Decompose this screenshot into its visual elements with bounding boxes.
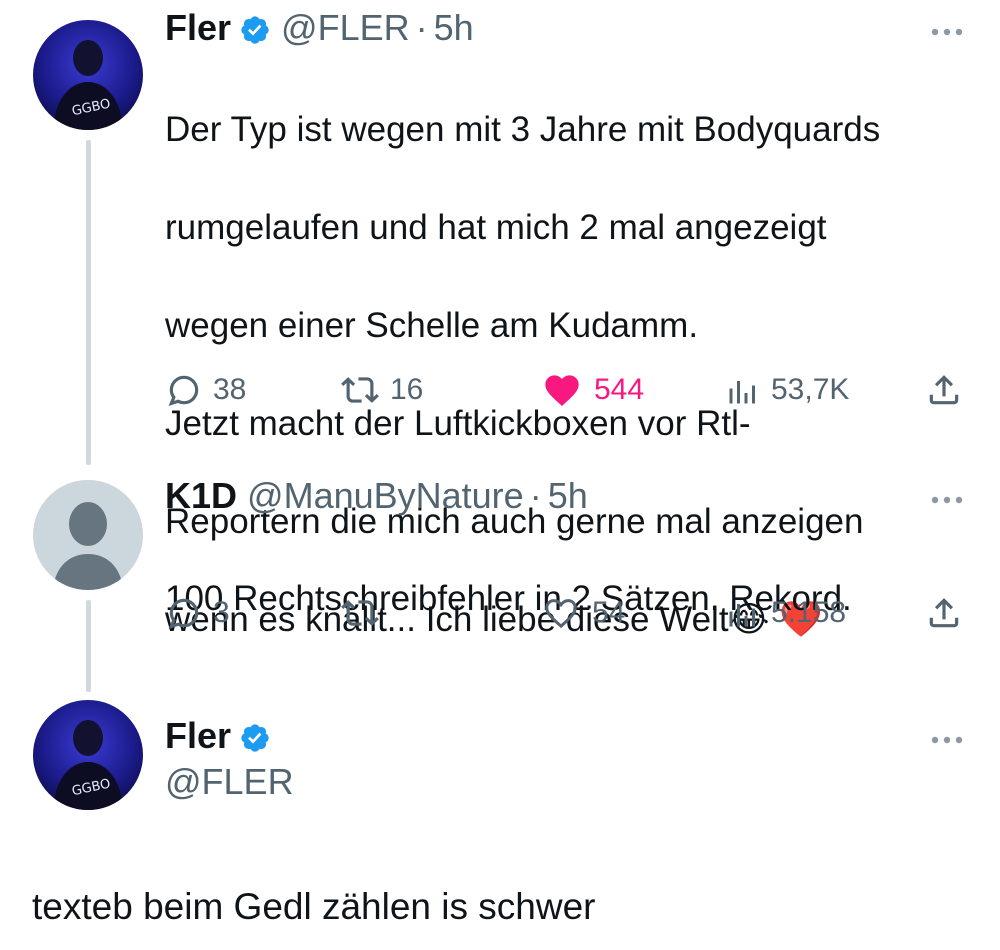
repost-button[interactable]: 16 (340, 365, 423, 415)
tweet-text-line: Der Typ ist wegen mit 3 Jahre mit Bodyqu… (165, 110, 881, 149)
like-count: 544 (594, 373, 645, 406)
views-count: 53,7K (771, 373, 850, 406)
author-handle[interactable]: @ManuByNature (247, 474, 524, 518)
more-options-icon[interactable] (930, 732, 964, 744)
avatar-fler[interactable]: GGBO (33, 700, 143, 810)
thread-line (86, 600, 91, 692)
repost-icon (341, 600, 379, 626)
avatar-default[interactable] (33, 480, 143, 590)
reply-icon (168, 598, 199, 630)
separator-dot: · (415, 7, 428, 48)
like-button[interactable]: 544 (540, 365, 644, 415)
author-name[interactable]: Fler (165, 6, 231, 50)
share-icon (929, 375, 959, 405)
repost-button[interactable] (340, 588, 390, 638)
reply-button[interactable]: 38 (165, 365, 246, 415)
timestamp[interactable]: 5h (434, 6, 474, 50)
author-handle[interactable]: @FLER (281, 6, 410, 50)
timestamp[interactable]: 5h (548, 474, 588, 518)
reply-count: 3 (213, 596, 230, 629)
tweet-text-line: wegen einer Schelle am Kudamm. (165, 306, 699, 345)
like-icon (545, 375, 579, 406)
default-avatar-icon (33, 480, 143, 590)
tweet-actions: 3 54 5.158 (165, 588, 965, 638)
tweet-header: K1D @ManuByNature · 5h (165, 474, 588, 518)
more-options-icon[interactable] (930, 492, 964, 504)
more-options-icon[interactable] (930, 24, 964, 36)
like-count: 54 (592, 596, 626, 629)
reply-header: Fler (165, 714, 271, 758)
tweet-text-line: rumgelaufen und hat mich 2 mal angezeigt (165, 208, 827, 247)
tweet-actions: 38 16 544 53,7K (165, 365, 965, 415)
reply-body-text: texteb beim Gedl zählen is schwer (32, 886, 596, 927)
reply-button[interactable]: 3 (165, 588, 230, 638)
views-icon (729, 604, 755, 627)
avatar-fler[interactable]: GGBO (33, 20, 143, 130)
views-button[interactable]: 5.158 (725, 588, 846, 638)
verified-badge-icon (239, 720, 271, 752)
share-button[interactable] (925, 365, 963, 415)
repost-count: 16 (390, 373, 424, 406)
author-name[interactable]: K1D (165, 474, 237, 518)
author-handle[interactable]: @FLER (165, 760, 294, 804)
thread-line (86, 140, 91, 465)
repost-icon (341, 377, 379, 403)
like-icon (545, 599, 577, 629)
reply-handle-row: @FLER (165, 760, 294, 804)
like-button[interactable]: 54 (540, 588, 625, 638)
views-button[interactable]: 53,7K (725, 365, 849, 415)
views-count: 5.158 (771, 596, 847, 629)
separator-dot: · (529, 475, 542, 516)
reply-count: 38 (213, 373, 247, 406)
views-icon (729, 381, 755, 404)
share-button[interactable] (925, 588, 963, 638)
author-name[interactable]: Fler (165, 714, 231, 758)
reply-icon (168, 375, 199, 407)
tweet-header: Fler @FLER · 5h (165, 6, 474, 50)
verified-badge-icon (239, 12, 271, 44)
share-icon (929, 598, 959, 628)
